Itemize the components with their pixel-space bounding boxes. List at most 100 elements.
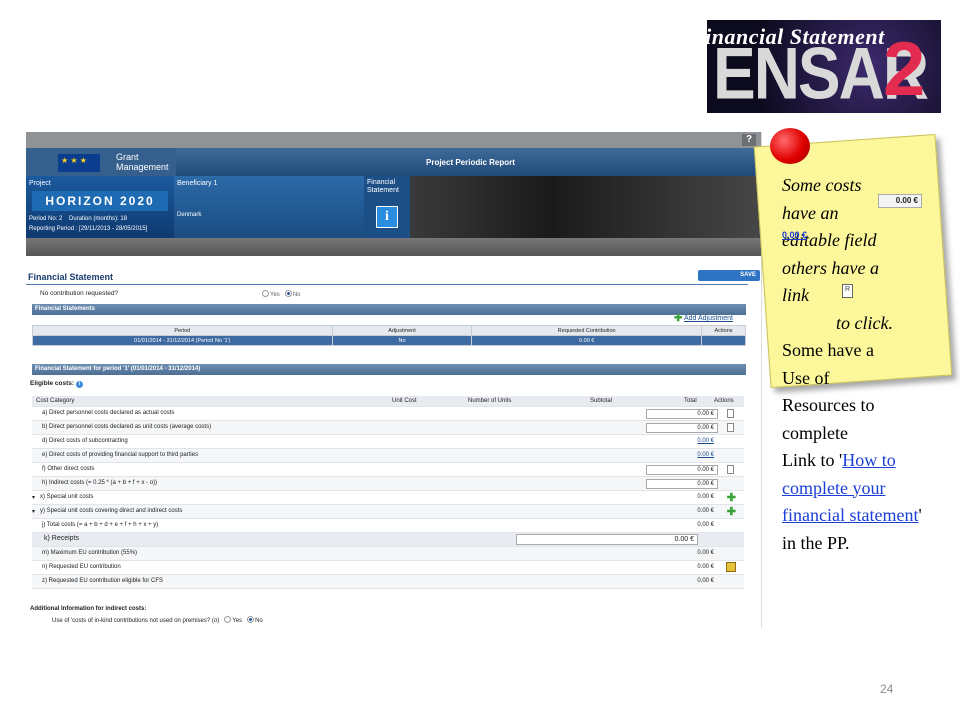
edit-icon[interactable]	[726, 562, 736, 572]
cost-row: e) Direct costs of providing financial s…	[32, 449, 744, 463]
contribution-total: 0.00 €	[697, 550, 714, 556]
no-contribution-radios: Yes No	[262, 290, 300, 298]
callout-line-1: Some have a	[782, 340, 874, 360]
eu-block: Grant Management	[26, 148, 176, 176]
expand-arrow-icon[interactable]: ▾	[32, 494, 35, 501]
total-input[interactable]: 0.00 €	[646, 465, 718, 475]
receipts-label: k) Receipts	[44, 535, 80, 542]
eligible-costs-text: Eligible costs:	[30, 380, 75, 387]
use-costs-question: Use of 'costs of in-kind contributions n…	[52, 616, 263, 624]
contribution-row: n) Requested EU contribution 0.00 €	[32, 561, 744, 575]
note-line-4: others have a	[782, 257, 879, 278]
logo-number: 2	[883, 27, 926, 112]
cost-label: b) Direct personnel costs declared as un…	[42, 424, 212, 430]
contribution-rows: m) Maximum EU contribution (55%) 0.00 € n)…	[32, 547, 744, 589]
document-icon[interactable]	[727, 465, 734, 474]
use-costs-yes-radio[interactable]	[224, 616, 232, 623]
use-costs-yes-label: Yes	[232, 618, 243, 624]
contribution-total: 0.00 €	[697, 578, 714, 584]
contribution-label: m) Maximum EU contribution (55%)	[42, 550, 138, 556]
total-input[interactable]: 0.00 €	[646, 479, 718, 489]
receipts-input[interactable]: 0.00 €	[516, 534, 698, 545]
additional-info-heading: Additional Information for indirect cost…	[30, 606, 147, 612]
costs-header-row: Cost Category Unit Cost Number of Units …	[32, 396, 744, 407]
use-costs-text: Use of 'costs of in-kind contributions n…	[52, 618, 220, 624]
hdr-unit-cost: Unit Cost	[392, 398, 417, 404]
callout-line-4: complete	[782, 422, 848, 443]
yes-radio[interactable]	[262, 290, 269, 297]
report-title: Project Periodic Report	[426, 158, 515, 167]
cell-period: 01/01/2014 - 31/12/2014 (Period No '1')	[32, 335, 333, 346]
document-icon[interactable]	[727, 409, 734, 418]
cell-contribution: 0.00 €	[471, 335, 703, 346]
cost-label: d) Direct costs of subcontracting	[42, 438, 128, 444]
col-adjustment: Adjustment	[331, 325, 473, 336]
cost-label: j) Total costs (= a + b + d + e + f + h …	[42, 522, 159, 528]
save-button[interactable]: SAVE	[698, 270, 760, 281]
note-value-link: 0.00 €	[782, 230, 808, 240]
period-statement-bar: Financial Statement for period '1' (01/0…	[32, 364, 746, 375]
note-line-6: to click.	[836, 312, 893, 333]
add-adjustment-label: Add Adjustment	[683, 315, 733, 322]
slide-title: Financial Statement	[690, 24, 885, 49]
document-icon[interactable]	[727, 423, 734, 432]
period-no: Period No: 2	[29, 216, 63, 222]
heading-rule	[26, 284, 748, 285]
cost-row: j) Total costs (= a + b + d + e + f + h …	[32, 519, 744, 533]
use-costs-no-label: No	[255, 618, 263, 624]
cost-row: a) Direct personnel costs declared as ac…	[32, 407, 744, 421]
add-icon[interactable]: ✚	[727, 505, 736, 518]
financial-statements-bar: Financial Statements	[32, 304, 746, 315]
contribution-label: z) Requested EU contribution eligible fo…	[42, 578, 164, 584]
expand-arrow-icon[interactable]: ▾	[32, 508, 35, 515]
header-artwork	[410, 176, 761, 238]
yes-label: Yes	[270, 292, 280, 298]
cost-row: ▾ x) Special unit costs 0.00 € ✚	[32, 491, 744, 505]
col-requested-contribution: Requested Contribution	[471, 325, 703, 336]
fs-panel-label-2: Statement	[367, 187, 399, 194]
hdr-total: Total	[684, 398, 697, 404]
info-icon-small[interactable]: i	[75, 381, 83, 388]
cost-row: h) Indirect costs (= 0.25 * (a + b + f +…	[32, 477, 744, 491]
total-link[interactable]: 0.00 €	[697, 438, 714, 444]
total-input[interactable]: 0.00 €	[646, 423, 718, 433]
cost-rows: a) Direct personnel costs declared as ac…	[32, 407, 744, 533]
use-costs-no-radio[interactable]	[247, 616, 255, 623]
eu-flag-icon	[58, 154, 100, 172]
app-screenshot: ? Grant Management Project Periodic Repo…	[26, 132, 762, 628]
total-input[interactable]: 0.00 €	[646, 409, 718, 419]
contribution-label: n) Requested EU contribution	[42, 564, 121, 570]
pushpin-icon	[770, 128, 810, 164]
beneficiary-country: Denmark	[177, 212, 202, 218]
beneficiary-label: Beneficiary 1	[177, 180, 218, 187]
cost-label: e) Direct costs of providing financial s…	[42, 452, 199, 458]
table-header-row: Period Adjustment Requested Contribution…	[32, 325, 746, 336]
no-radio[interactable]	[284, 290, 292, 297]
total-value: 0.00 €	[697, 494, 714, 500]
total-value: 0.00 €	[697, 522, 714, 528]
financial-statement-panel[interactable]: Financial Statement i	[364, 176, 410, 238]
no-contribution-question: No contribution requested?	[40, 290, 119, 297]
contribution-total: 0.00 €	[697, 564, 714, 570]
callout-line-2: Use of	[782, 367, 830, 388]
cost-label: f) Other direct costs	[42, 466, 95, 472]
duration: Duration (months): 18	[69, 216, 128, 222]
hdr-actions: Actions	[714, 398, 734, 404]
cell-actions	[701, 335, 746, 346]
help-button[interactable]: ?	[742, 134, 756, 146]
contribution-row: z) Requested EU contribution eligible fo…	[32, 575, 744, 589]
col-period: Period	[32, 325, 333, 336]
cost-label: a) Direct personnel costs declared as ac…	[42, 410, 175, 416]
col-actions: Actions	[701, 325, 746, 336]
cost-row: d) Direct costs of subcontracting 0.00 €	[32, 435, 744, 449]
total-link[interactable]: 0.00 €	[697, 452, 714, 458]
add-adjustment-link[interactable]: ✚ Add Adjustment	[674, 313, 733, 324]
table-row[interactable]: 01/01/2014 - 31/12/2014 (Period No '1') …	[32, 335, 746, 346]
document-icon	[842, 284, 853, 298]
project-label: Project	[29, 180, 51, 187]
info-icon[interactable]: i	[376, 206, 398, 228]
no-label: No	[292, 292, 301, 298]
note-line-5: link	[782, 285, 809, 305]
horizon-2020-logo: HORIZON 2020	[32, 191, 168, 211]
add-icon[interactable]: ✚	[727, 491, 736, 504]
